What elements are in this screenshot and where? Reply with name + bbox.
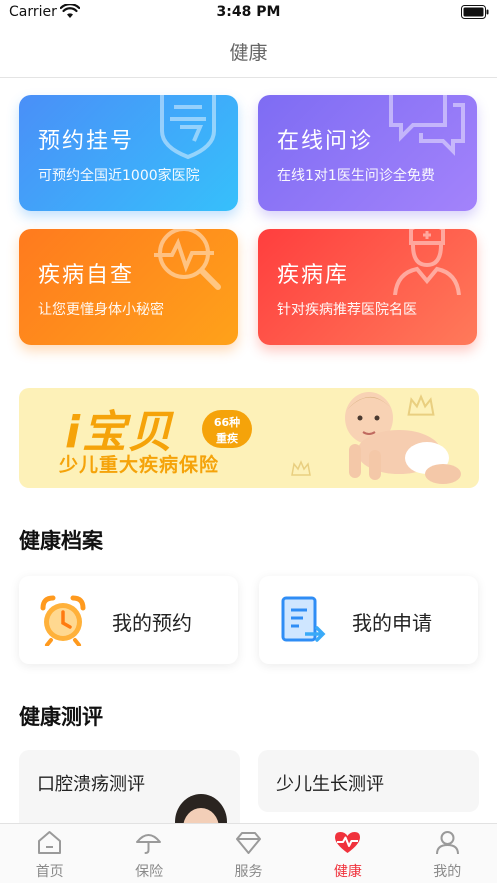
battery-icon [461,5,489,19]
section-title-records: 健康档案 [19,529,103,553]
tab-label: 保险 [135,864,164,880]
my-applications-button[interactable]: 我的申请 [259,576,478,664]
card-title: 在线问诊 [277,129,374,154]
eval-label: 少儿生长测评 [276,774,384,795]
tab-home[interactable]: 首页 [0,824,99,883]
insurance-banner[interactable]: i宝贝 66种 重疾 少儿重大疾病保险 [19,388,479,488]
pulse-magnifier-icon [154,229,221,290]
tab-label: 首页 [35,864,64,880]
card-title: 预约挂号 [38,129,135,154]
booking-card[interactable]: 预约挂号 可预约全国近1000家医院 [19,95,238,211]
tab-health[interactable]: 健康 [298,824,397,883]
record-label: 我的预约 [112,611,192,635]
baby-image [345,392,461,484]
banner-text: 少儿重大疾病保险 [59,454,220,476]
child-growth-eval-card[interactable]: 少儿生长测评 [258,750,479,812]
eval-label: 口腔溃疡测评 [37,774,145,795]
card-subtitle: 可预约全国近1000家医院 [38,168,200,184]
diamond-icon [235,832,261,854]
record-label: 我的申请 [352,611,432,635]
home-icon [38,831,61,854]
umbrella-icon [136,834,162,854]
card-subtitle: 在线1对1医生问诊全免费 [277,168,435,184]
badge-label: 重疾 [216,432,238,445]
tab-label: 服务 [234,864,263,880]
badge-count: 66种 [213,416,241,429]
section-title-eval: 健康测评 [19,705,103,729]
card-subtitle: 让您更懂身体小秘密 [38,302,164,318]
online-consult-card[interactable]: 在线问诊 在线1对1医生问诊全免费 [258,95,477,211]
alarm-clock-icon [40,595,86,646]
page-title: 健康 [229,42,268,64]
tab-insurance[interactable]: 保险 [99,824,198,883]
status-bar: Carrier 3:48 PM [0,0,497,26]
self-check-card[interactable]: 疾病自查 让您更懂身体小秘密 [19,229,238,345]
tab-label: 健康 [333,864,362,880]
tab-bar: 首页 保险 服务 健康 我的 [0,823,497,883]
tab-services[interactable]: 服务 [199,824,298,883]
heart-pulse-icon [335,832,361,853]
number-sign-icon [160,95,216,160]
card-title: 疾病库 [277,263,350,288]
nav-divider [0,77,497,78]
tab-me[interactable]: 我的 [398,824,497,883]
tab-label: 我的 [433,864,462,880]
crown-icon [291,460,311,476]
status-time: 3:48 PM [216,4,281,20]
doctor-icon [393,229,461,295]
disease-library-card[interactable]: 疾病库 针对疾病推荐医院名医 [258,229,477,345]
banner-badge: 66种 重疾 [202,410,252,448]
document-arrow-icon [281,596,326,642]
card-subtitle: 针对疾病推荐医院名医 [277,302,417,318]
chat-bubbles-icon [389,95,465,156]
card-title: 疾病自查 [38,263,135,288]
person-icon [435,831,459,855]
my-appointments-button[interactable]: 我的预约 [19,576,238,664]
